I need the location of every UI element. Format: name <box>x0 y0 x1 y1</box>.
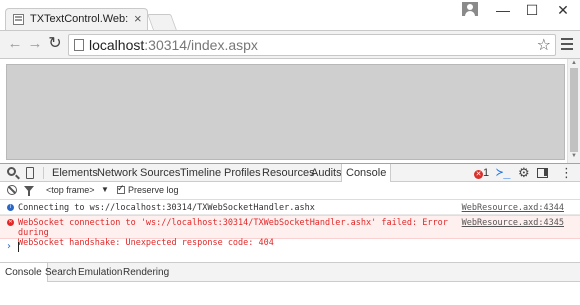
settings-gear-icon[interactable]: ⚙ <box>518 165 530 183</box>
page-info-icon[interactable] <box>74 39 84 51</box>
tab-resources[interactable]: Resources <box>262 164 315 182</box>
tab-title: TXTextControl.Web: Uploa <box>30 13 130 25</box>
devtools-tab-bar: Elements Network Sources Timeline Profil… <box>0 164 580 183</box>
tab-close-icon[interactable]: × <box>134 11 142 26</box>
devtools-menu-icon[interactable]: ⋮ <box>560 165 573 183</box>
document-canvas[interactable] <box>6 64 565 160</box>
error-icon: ✕ <box>7 219 14 226</box>
tab-profiles[interactable]: Profiles <box>224 164 261 182</box>
browser-tab[interactable]: TXTextControl.Web: Uploa × <box>5 8 148 30</box>
message-source-link[interactable]: WebResource.axd:4344 <box>462 203 564 213</box>
toolbar-divider <box>43 167 44 179</box>
drawer-content <box>0 282 580 305</box>
clear-console-icon[interactable] <box>7 185 17 195</box>
tab-network[interactable]: Network <box>97 164 137 182</box>
address-bar[interactable]: localhost:30314/index.aspx ☆ <box>68 34 556 56</box>
error-badge-icon: ✕ <box>474 170 483 179</box>
user-profile-icon[interactable] <box>462 2 478 16</box>
url-path: /index.aspx <box>187 37 258 53</box>
preserve-log-checkbox[interactable]: Preserve log <box>117 183 179 195</box>
scrollbar-thumb[interactable] <box>570 68 578 152</box>
url-host: localhost <box>89 37 145 53</box>
inspect-element-icon[interactable] <box>7 167 16 176</box>
console-prompt[interactable]: › <box>0 240 580 254</box>
page-viewport: ▲ ▼ <box>0 59 580 163</box>
drawer-tab-rendering[interactable]: Rendering <box>123 263 169 283</box>
console-messages: i Connecting to ws://localhost:30314/TXW… <box>0 201 580 261</box>
bookmark-star-icon[interactable]: ☆ <box>537 35 551 55</box>
console-message-info: i Connecting to ws://localhost:30314/TXW… <box>0 201 580 215</box>
browser-toolbar: ← → ↻ localhost:30314/index.aspx ☆ <box>0 30 580 59</box>
tab-audits[interactable]: Audits <box>311 164 342 182</box>
info-icon: i <box>7 204 14 211</box>
tab-sources[interactable]: Sources <box>140 164 180 182</box>
checkbox-checked-icon[interactable] <box>117 183 125 194</box>
tab-elements[interactable]: Elements <box>52 164 98 182</box>
scroll-down-icon[interactable]: ▼ <box>571 153 577 159</box>
prompt-chevron-icon: › <box>7 241 11 252</box>
error-count-value: 1 <box>483 167 490 179</box>
page-scrollbar[interactable]: ▲ ▼ <box>567 59 580 163</box>
message-source-link[interactable]: WebResource.axd:4345 <box>462 218 564 228</box>
browser-menu-icon[interactable] <box>561 38 573 50</box>
devtools-panel: Elements Network Sources Timeline Profil… <box>0 163 580 305</box>
url-text[interactable]: localhost:30314/index.aspx <box>89 37 258 53</box>
frame-selector[interactable]: <top frame> <box>46 185 95 195</box>
drawer-tab-console[interactable]: Console <box>0 263 48 283</box>
window-close-button[interactable]: ✕ <box>548 0 578 20</box>
window-maximize-button[interactable]: ☐ <box>517 0 547 20</box>
preserve-log-label: Preserve log <box>128 185 179 195</box>
window-minimize-button[interactable]: — <box>488 0 518 20</box>
filter-icon[interactable] <box>24 186 34 196</box>
tab-console[interactable]: Console <box>341 164 392 183</box>
tab-timeline[interactable]: Timeline <box>180 164 221 182</box>
drawer-tab-bar: Console Search Emulation Rendering <box>0 262 580 283</box>
reload-icon[interactable]: ↻ <box>46 35 64 53</box>
message-text: Connecting to ws://localhost:30314/TXWeb… <box>18 203 315 213</box>
dock-side-icon[interactable] <box>537 168 548 178</box>
browser-title-bar: TXTextControl.Web: Uploa × — ☐ ✕ <box>0 0 580 30</box>
drawer-tab-search[interactable]: Search <box>45 263 77 283</box>
chevron-down-icon[interactable]: ▼ <box>101 185 109 194</box>
show-drawer-icon[interactable]: ≻_ <box>496 165 510 183</box>
scroll-up-icon[interactable]: ▲ <box>571 60 577 66</box>
back-arrow-icon[interactable]: ← <box>6 35 24 53</box>
console-toolbar: <top frame> ▼ Preserve log <box>0 182 580 200</box>
url-port: :30314 <box>144 37 188 53</box>
device-mode-icon[interactable] <box>26 167 34 179</box>
console-message-error: ✕ WebSocket connection to 'ws://localhos… <box>0 215 580 248</box>
drawer-tab-emulation[interactable]: Emulation <box>78 263 122 283</box>
page-favicon-icon <box>13 14 24 25</box>
forward-arrow-icon[interactable]: → <box>26 35 44 53</box>
text-cursor <box>18 242 19 252</box>
new-tab-button[interactable] <box>147 14 177 30</box>
